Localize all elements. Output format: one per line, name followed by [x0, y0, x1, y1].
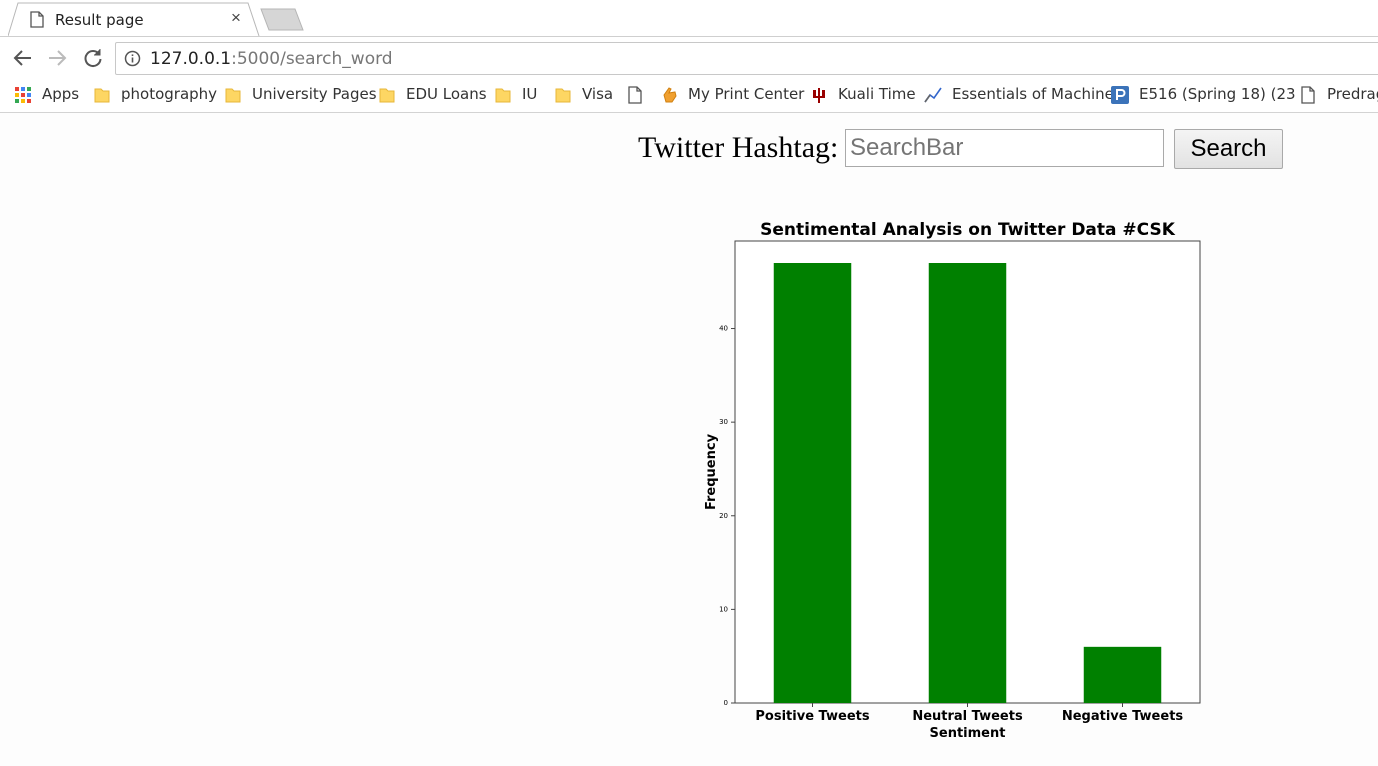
bookmark-label: Apps — [42, 85, 80, 103]
bookmark-label: photography — [121, 85, 218, 103]
back-arrow-icon[interactable] — [12, 47, 34, 69]
iu-trident-icon — [813, 88, 825, 103]
tab-strip: Result page × — [0, 0, 1378, 36]
reload-icon[interactable] — [82, 47, 104, 69]
apps-grid-icon — [15, 87, 31, 103]
folder-icon — [225, 88, 241, 103]
search-label: Twitter Hashtag: — [638, 131, 839, 164]
url-text[interactable]: 127.0.0.1:5000/search_word — [150, 49, 393, 69]
url-host: 127.0.0.1 — [150, 49, 232, 69]
y-tick-label: 10 — [719, 605, 728, 613]
bookmark-label: Essentials of Machine — [952, 85, 1114, 103]
y-tick-label: 40 — [719, 325, 728, 333]
bookmark-label: Visa — [582, 85, 614, 103]
tab-title: Result page — [55, 11, 144, 29]
hand-icon — [663, 87, 677, 103]
url-path: :5000/search_word — [231, 49, 393, 69]
bar-negative-tweets — [1083, 646, 1162, 703]
folder-icon — [379, 88, 395, 103]
x-axis-label: Sentiment — [930, 726, 1006, 741]
p-logo-icon — [1111, 86, 1129, 104]
close-tab-icon[interactable]: × — [228, 9, 244, 27]
chart-title: Sentimental Analysis on Twitter Data #CS… — [760, 220, 1176, 240]
bookmarks-bar: Apps photography University Pages EDU Lo… — [0, 78, 1378, 113]
bookmark-label: University Pages — [252, 85, 377, 103]
search-button[interactable]: Search — [1174, 129, 1283, 169]
x-tick-label: Negative Tweets — [1062, 709, 1184, 724]
bookmark-label: My Print Center — [688, 85, 805, 103]
bookmark-page[interactable] — [626, 84, 646, 106]
bookmark-label: E516 (Spring 18) (23 — [1139, 85, 1296, 103]
y-axis-label: Frequency — [704, 433, 719, 510]
info-icon[interactable] — [124, 50, 141, 67]
address-bar[interactable]: 127.0.0.1:5000/search_word — [115, 42, 1378, 75]
bookmark-label: Kuali Time — [838, 85, 916, 103]
chart-line-icon — [924, 87, 942, 103]
new-tab-button[interactable] — [259, 7, 305, 32]
bar-chart-svg: Positive Tweets Neutral Tweets Negative Tw… — [704, 220, 1201, 741]
bar-positive-tweets — [773, 263, 852, 703]
y-tick-label: 30 — [719, 418, 728, 426]
bookmark-label: EDU Loans — [406, 85, 487, 103]
forward-arrow-icon[interactable] — [46, 47, 68, 69]
folder-icon — [94, 88, 110, 103]
bookmark-label: IU — [522, 85, 538, 103]
browser-toolbar: 127.0.0.1:5000/search_word — [0, 36, 1378, 79]
sentiment-chart: Positive Tweets Neutral Tweets Negative Tw… — [690, 205, 1230, 750]
search-input[interactable] — [845, 129, 1164, 167]
folder-icon — [495, 88, 511, 103]
page-icon — [1301, 86, 1315, 104]
page-icon — [30, 11, 44, 28]
browser-tab[interactable]: Result page × — [8, 2, 260, 36]
folder-icon — [555, 88, 571, 103]
page-icon — [628, 86, 642, 104]
bookmark-label: Predrag — [1327, 85, 1378, 103]
bar-neutral-tweets — [928, 263, 1007, 703]
x-tick-label: Neutral Tweets — [912, 709, 1023, 724]
y-tick-label: 20 — [719, 512, 728, 520]
x-tick-label: Positive Tweets — [755, 709, 869, 724]
y-tick-label: 0 — [724, 699, 728, 707]
